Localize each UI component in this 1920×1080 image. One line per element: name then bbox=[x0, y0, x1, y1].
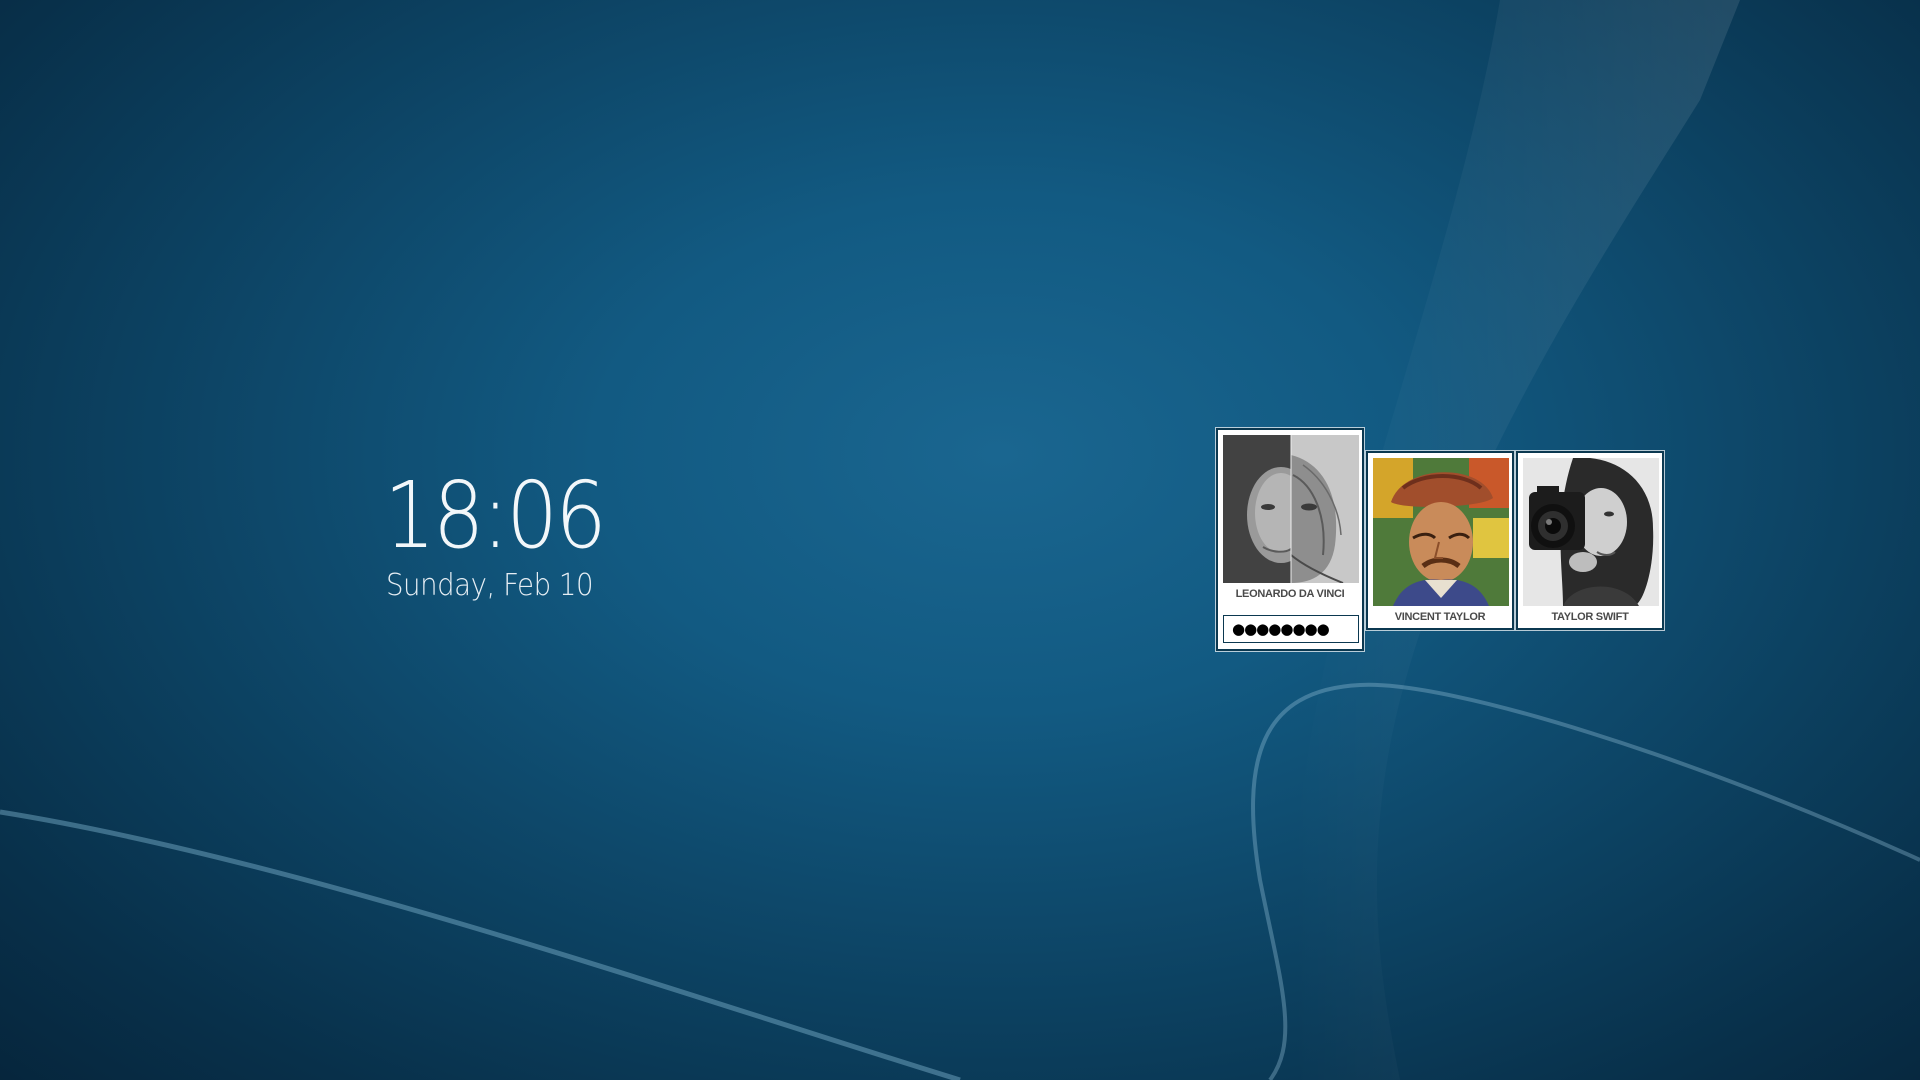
password-input[interactable] bbox=[1223, 615, 1359, 643]
painted-portrait-avatar-icon bbox=[1373, 458, 1509, 606]
user-tile-leonardo-da-vinci[interactable]: LEONARDO DA VINCI bbox=[1215, 427, 1365, 652]
user-name: TAYLOR SWIFT bbox=[1551, 611, 1629, 623]
user-name: VINCENT TAYLOR bbox=[1394, 611, 1486, 623]
lock-screen-clock: 18:06 Sunday, Feb 10 bbox=[384, 462, 634, 604]
user-tile-vincent-taylor[interactable]: VINCENT TAYLOR bbox=[1365, 450, 1515, 631]
clock-date: Sunday, Feb 10 bbox=[386, 568, 594, 603]
clock-time: 18:06 bbox=[384, 462, 607, 569]
camera-portrait-avatar-icon bbox=[1523, 458, 1659, 606]
user-name: LEONARDO DA VINCI bbox=[1235, 588, 1345, 600]
user-tile-taylor-swift[interactable]: TAYLOR SWIFT bbox=[1515, 450, 1665, 631]
mona-lisa-da-vinci-avatar-icon bbox=[1223, 435, 1359, 583]
